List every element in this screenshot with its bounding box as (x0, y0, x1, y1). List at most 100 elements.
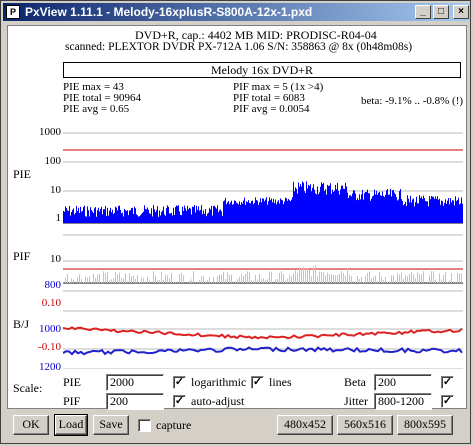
size-560-button[interactable]: 560x516 (337, 415, 393, 435)
pie-bar (193, 206, 194, 223)
pie-bar (98, 207, 99, 223)
pif-bar (437, 282, 438, 283)
load-button[interactable]: Load (54, 414, 88, 436)
pif-bar (345, 275, 346, 283)
save-button[interactable]: Save (93, 415, 129, 435)
pie-bar (172, 215, 173, 223)
pif-bar (293, 273, 294, 283)
pie-bar (321, 182, 322, 223)
pie-bar (456, 200, 457, 223)
jitter-scale-input[interactable]: 800-1200 (374, 393, 432, 410)
pie-bar (449, 204, 450, 223)
pie-bar (421, 196, 422, 223)
pie-bar (399, 191, 400, 223)
pie-bar (416, 196, 417, 223)
ok-button[interactable]: OK (13, 415, 49, 435)
pie-bar (216, 208, 217, 223)
pie-bar (250, 203, 251, 223)
pif-bar (163, 280, 164, 283)
capture-checkbox[interactable] (138, 419, 151, 432)
pie-bar (131, 208, 132, 223)
pie-bar (302, 181, 303, 223)
auto-adjust-checkbox[interactable]: ✓ (173, 395, 186, 408)
beta-scale-input[interactable]: 200 (374, 374, 432, 391)
pif-bar (259, 273, 260, 283)
pif-bar (189, 280, 190, 283)
pie-bar (228, 200, 229, 223)
jitter-checkbox[interactable]: ✓ (441, 395, 454, 408)
pie-bar (417, 203, 418, 223)
pie-bar (389, 194, 390, 223)
pie-bar (363, 199, 364, 223)
pif-bar (207, 279, 208, 283)
pie-bar (153, 205, 154, 223)
pie-bar (200, 209, 201, 223)
pie-scale-input[interactable]: 2000 (106, 374, 164, 391)
pie-bar (157, 206, 158, 223)
app-icon: P (6, 5, 20, 19)
pie-bar (376, 190, 377, 223)
pif-tick-label: 10 (50, 253, 61, 265)
pie-bar (79, 213, 80, 223)
pie-bar (221, 211, 222, 223)
pif-bar (321, 271, 322, 283)
pie-bar (70, 215, 71, 223)
pie-bar (296, 188, 297, 223)
pif-scale-input[interactable]: 200 (106, 393, 164, 410)
pie-bar (262, 198, 263, 223)
pie-bar (86, 216, 87, 223)
pie-bar (425, 200, 426, 223)
pie-bar (129, 210, 130, 223)
pif-bar (291, 276, 292, 283)
pie-bar (184, 205, 185, 223)
pie-bar (244, 197, 245, 223)
pie-bar (147, 207, 148, 223)
pif-bar (349, 274, 350, 283)
pie-bar (253, 204, 254, 223)
pie-bar (101, 206, 102, 223)
pie-bar (322, 183, 323, 223)
pif-bar (153, 271, 154, 283)
pie-bar (120, 209, 121, 223)
pie-bar (189, 207, 190, 223)
pie-bar (284, 201, 285, 223)
pie-bar (390, 189, 391, 223)
pie-bar (411, 202, 412, 223)
minimize-button[interactable]: _ (415, 5, 431, 19)
pif-bar (447, 281, 448, 283)
pie-bar (291, 199, 292, 223)
pif-bar (399, 274, 400, 283)
pie-bar (201, 205, 202, 223)
pie-bar (165, 215, 166, 223)
lines-checkbox[interactable]: ✓ (251, 376, 264, 389)
pie-bar (143, 211, 144, 223)
pie-bar (368, 193, 369, 223)
pie-bar (263, 198, 264, 223)
pie-bar (287, 200, 288, 223)
pie-bar (254, 202, 255, 223)
beta-checkbox[interactable]: ✓ (441, 376, 454, 389)
pif-bar (289, 274, 290, 283)
pie-bar (175, 207, 176, 223)
pie-bar (252, 200, 253, 223)
pie-bar (298, 182, 299, 223)
title-bar[interactable]: P PxView 1.11.1 - Melody-16xplusR-S800A-… (3, 3, 470, 21)
pie-bar (145, 208, 146, 223)
pif-bar (181, 272, 182, 283)
pif-bar (379, 272, 380, 283)
pif-bar (167, 275, 168, 283)
pif-bar (395, 280, 396, 283)
pie-bar (139, 216, 140, 223)
pie-bar (135, 208, 136, 223)
pie-bar (245, 204, 246, 223)
size-800-button[interactable]: 800x595 (397, 415, 453, 435)
maximize-button[interactable]: □ (433, 5, 449, 19)
logarithmic-checkbox[interactable]: ✓ (173, 376, 186, 389)
pie-bar (312, 187, 313, 223)
pie-bar (424, 198, 425, 223)
pie-bar (349, 195, 350, 223)
pie-bar (103, 209, 104, 223)
close-button[interactable]: × (453, 5, 469, 19)
size-480-button[interactable]: 480x452 (277, 415, 333, 435)
window-title: PxView 1.11.1 - Melody-16xplusR-S800A-12… (25, 5, 313, 19)
